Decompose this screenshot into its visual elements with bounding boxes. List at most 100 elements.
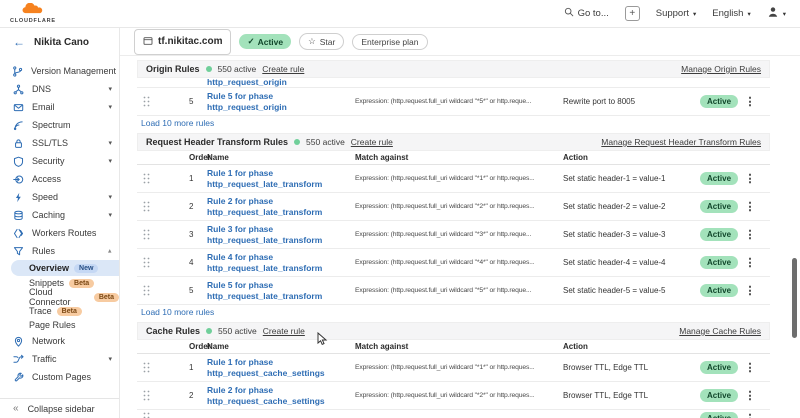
back-arrow-icon[interactable]: ← xyxy=(13,35,25,49)
vertical-scrollbar[interactable] xyxy=(792,258,797,338)
chevron-down-icon: ▾ xyxy=(108,139,112,147)
support-label: Support xyxy=(656,8,689,19)
support-menu[interactable]: Support ▾ xyxy=(656,8,697,19)
kebab-menu-icon[interactable]: ⋮ xyxy=(745,228,756,241)
sidebar-item-rules-page-rules[interactable]: Page Rules xyxy=(0,318,119,332)
rule-name-link[interactable]: Rule 5 for phasehttp_request_late_transf… xyxy=(207,280,355,301)
rule-name-link[interactable]: Rule 3 for phasehttp_request_late_transf… xyxy=(207,224,355,245)
cloudflare-cloud-icon xyxy=(20,2,46,18)
sidebar-item-email[interactable]: Email ▾ xyxy=(0,98,119,116)
rule-match: Expression: (http.request.full_uri wildc… xyxy=(355,287,563,294)
star-button[interactable]: ☆ Star xyxy=(299,33,344,50)
language-menu[interactable]: English ▾ xyxy=(712,8,750,19)
sidebar-item-security[interactable]: Security ▾ xyxy=(0,152,119,170)
create-rule-link[interactable]: Create rule xyxy=(351,137,393,147)
sidebar-item-rules-cloud-connector[interactable]: Cloud Connector Beta xyxy=(0,290,119,304)
kebab-menu-icon[interactable]: ⋮ xyxy=(745,200,756,213)
zone-domain: tf.nikitac.com xyxy=(158,36,222,47)
manage-cache-rules-link[interactable]: Manage Cache Rules xyxy=(679,326,761,336)
rule-order: 1 xyxy=(189,363,207,372)
sidebar-item-ssl-tls[interactable]: SSL/TLS ▾ xyxy=(0,134,119,152)
col-order: Order xyxy=(189,153,207,162)
rule-name-link[interactable]: Rule 2 for phasehttp_request_late_transf… xyxy=(207,196,355,217)
drag-handle[interactable] xyxy=(141,285,189,296)
top-bar: CLOUDFLARE Go to... + Support ▾ English … xyxy=(0,0,800,28)
manage-origin-rules-link[interactable]: Manage Origin Rules xyxy=(681,64,761,74)
create-rule-link[interactable]: Create rule xyxy=(263,326,305,336)
cloudflare-logo[interactable]: CLOUDFLARE xyxy=(10,2,56,25)
load-more-link[interactable]: Load 10 more rules xyxy=(137,305,770,319)
col-order: Order xyxy=(189,342,207,351)
drag-handle[interactable] xyxy=(141,390,189,401)
pin-icon xyxy=(12,336,24,347)
kebab-menu-icon[interactable]: ⋮ xyxy=(745,172,756,185)
table-row: 1 Rule 1 for phasehttp_request_cache_set… xyxy=(137,354,770,382)
zone-bar: tf.nikitac.com ✓ Active ☆ Star Enterpris… xyxy=(120,28,800,56)
drag-handle[interactable] xyxy=(141,229,189,240)
drag-handle[interactable] xyxy=(141,412,189,418)
transform-rules-header: Request Header Transform Rules 550 activ… xyxy=(137,133,770,151)
table-row-partial: Active ⋮ xyxy=(137,410,770,418)
cloudflare-dashboard: CLOUDFLARE Go to... + Support ▾ English … xyxy=(0,0,800,418)
sidebar-item-traffic[interactable]: Traffic ▾ xyxy=(0,350,119,368)
manage-transform-rules-link[interactable]: Manage Request Header Transform Rules xyxy=(601,137,761,147)
sidebar-item-workers-routes[interactable]: Workers Routes xyxy=(0,224,119,242)
kebab-menu-icon[interactable]: ⋮ xyxy=(745,412,756,418)
rule-match: Expression: (http.request.full_uri wildc… xyxy=(355,392,563,399)
sidebar-item-spectrum[interactable]: Spectrum xyxy=(0,116,119,134)
search-icon xyxy=(564,7,574,20)
sidebar-item-dns[interactable]: DNS ▾ xyxy=(0,80,119,98)
chevron-up-icon: ▾ xyxy=(108,247,112,255)
kebab-menu-icon[interactable]: ⋮ xyxy=(745,256,756,269)
active-count: 550 active xyxy=(218,64,257,74)
drag-handle[interactable] xyxy=(141,201,189,212)
active-dot-icon xyxy=(206,66,212,72)
collapse-sidebar-button[interactable]: « Collapse sidebar xyxy=(0,398,119,418)
add-site-button[interactable]: + xyxy=(625,6,640,21)
rule-name-link[interactable]: Rule 4 for phasehttp_request_late_transf… xyxy=(207,252,355,273)
beta-badge: Beta xyxy=(57,307,82,316)
drag-handle[interactable] xyxy=(141,257,189,268)
rule-action: Browser TTL, Edge TTL xyxy=(563,363,700,372)
kebab-menu-icon[interactable]: ⋮ xyxy=(745,95,756,108)
user-menu[interactable]: ▾ xyxy=(767,6,786,21)
rule-action: Set static header-3 = value-3 xyxy=(563,230,700,239)
drag-handle[interactable] xyxy=(141,173,189,184)
load-more-link[interactable]: Load 10 more rules xyxy=(137,116,770,130)
sidebar-item-rules-overview[interactable]: Overview New xyxy=(11,260,119,276)
rule-order: 5 xyxy=(189,97,207,106)
sidebar-item-access[interactable]: Access xyxy=(0,170,119,188)
rule-order: 5 xyxy=(189,286,207,295)
rule-action: Browser TTL, Edge TTL xyxy=(563,391,700,400)
status-badge: Active xyxy=(700,200,738,213)
sidebar-item-rules[interactable]: Rules ▾ xyxy=(0,242,119,260)
account-header: ← Nikita Cano xyxy=(0,28,119,56)
beta-badge: Beta xyxy=(94,293,119,302)
rule-name-link[interactable]: Rule 5 for phasehttp_request_origin xyxy=(207,91,355,112)
section-title: Request Header Transform Rules xyxy=(146,137,288,147)
chevron-down-icon: ▾ xyxy=(108,157,112,165)
rule-action: Set static header-2 = value-2 xyxy=(563,202,700,211)
sidebar-item-version-management[interactable]: Version Management xyxy=(0,62,119,80)
database-icon xyxy=(12,210,24,221)
col-action: Action xyxy=(563,342,700,351)
rule-name-link[interactable]: Rule 1 for phasehttp_request_late_transf… xyxy=(207,168,355,189)
table-column-headers: Order Name Match against Action xyxy=(137,340,770,354)
go-to-search[interactable]: Go to... xyxy=(564,7,609,20)
kebab-menu-icon[interactable]: ⋮ xyxy=(745,361,756,374)
sidebar-item-caching[interactable]: Caching ▾ xyxy=(0,206,119,224)
rule-action: Rewrite port to 8005 xyxy=(563,97,700,106)
sidebar-item-custom-pages[interactable]: Custom Pages xyxy=(0,368,119,386)
col-match: Match against xyxy=(355,153,563,162)
drag-handle[interactable] xyxy=(141,362,189,373)
kebab-menu-icon[interactable]: ⋮ xyxy=(745,389,756,402)
star-icon: ☆ xyxy=(308,36,316,47)
sidebar-item-speed[interactable]: Speed ▾ xyxy=(0,188,119,206)
sidebar-item-network[interactable]: Network xyxy=(0,332,119,350)
rule-name-link[interactable]: Rule 1 for phasehttp_request_cache_setti… xyxy=(207,357,355,378)
rule-name-link[interactable]: Rule 2 for phasehttp_request_cache_setti… xyxy=(207,385,355,406)
create-rule-link[interactable]: Create rule xyxy=(262,64,304,74)
rule-name-link[interactable]: http_request_origin xyxy=(207,78,355,88)
kebab-menu-icon[interactable]: ⋮ xyxy=(745,284,756,297)
drag-handle[interactable] xyxy=(141,96,189,107)
